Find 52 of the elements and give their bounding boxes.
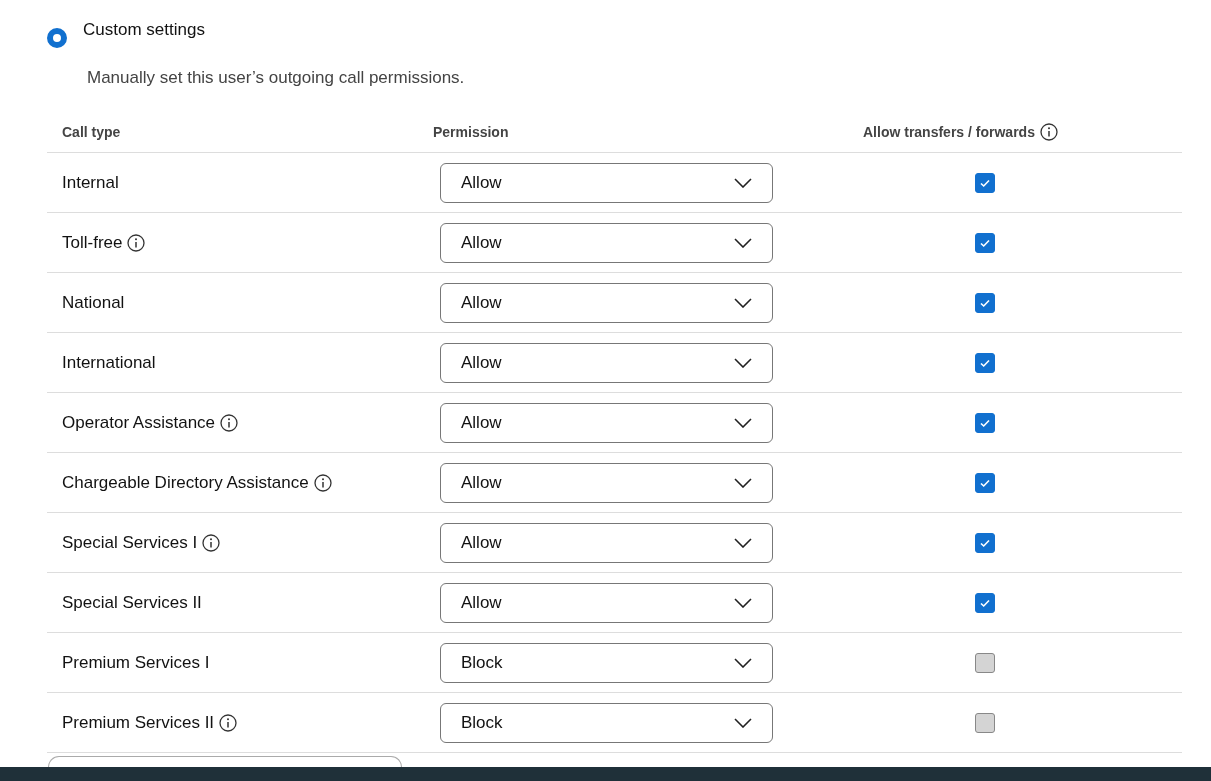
permission-dropdown[interactable]: Block — [440, 702, 773, 743]
info-icon[interactable] — [313, 473, 332, 492]
chevron-down-icon — [734, 537, 752, 548]
chevron-down-icon — [734, 297, 752, 308]
column-header: Permission — [433, 124, 510, 140]
chevron-down-icon — [734, 417, 752, 428]
permission-dropdown[interactable]: Block — [440, 642, 773, 683]
call-type-label: Special Services II — [62, 592, 202, 613]
checkbox[interactable] — [975, 592, 995, 613]
chevron-down-icon — [734, 597, 752, 608]
info-icon[interactable] — [1039, 123, 1058, 141]
checkbox[interactable] — [975, 292, 995, 313]
checkbox[interactable] — [975, 232, 995, 253]
call-type-label: National — [62, 292, 125, 313]
call-type-label: Internal — [62, 172, 119, 193]
call-type-label: Special Services I — [62, 532, 198, 553]
call-type-label: Operator Assistance — [62, 412, 216, 433]
chevron-down-icon — [734, 717, 752, 728]
permission-dropdown[interactable]: Allow — [440, 282, 773, 323]
permission-dropdown[interactable]: Allow — [440, 162, 773, 203]
info-icon[interactable] — [127, 233, 146, 252]
call-type-label: Chargeable Directory Assistance — [62, 472, 309, 493]
permission-dropdown[interactable]: Allow — [440, 522, 773, 563]
radio-button[interactable] — [47, 28, 67, 48]
call-type-label: Premium Services II — [62, 712, 215, 733]
info-icon[interactable] — [219, 713, 238, 732]
checkbox[interactable] — [975, 532, 995, 553]
option-label: Custom settings — [83, 20, 205, 40]
permission-dropdown[interactable]: Allow — [440, 462, 773, 503]
info-icon[interactable] — [220, 413, 239, 432]
checkbox[interactable] — [975, 172, 995, 193]
checkbox[interactable] — [975, 652, 995, 673]
checkbox[interactable] — [975, 472, 995, 493]
chevron-down-icon — [734, 477, 752, 488]
column-header: Allow transfers / forwards — [863, 124, 1035, 140]
call-type-label: Premium Services I — [62, 652, 210, 673]
permission-dropdown[interactable]: Allow — [440, 342, 773, 383]
chevron-down-icon — [734, 237, 752, 248]
option-description: Manually set this user’s outgoing call permissions. — [87, 68, 466, 88]
permission-dropdown[interactable]: Allow — [440, 582, 773, 623]
permission-dropdown[interactable]: Allow — [440, 222, 773, 263]
call-type-label: International — [62, 352, 156, 373]
permission-dropdown[interactable]: Allow — [440, 402, 773, 443]
chevron-down-icon — [734, 357, 752, 368]
info-icon[interactable] — [202, 533, 221, 552]
checkbox[interactable] — [975, 412, 995, 433]
checkbox[interactable] — [975, 712, 995, 733]
column-header: Call type — [61, 124, 122, 140]
call-type-label: Toll-free — [62, 232, 123, 253]
chevron-down-icon — [734, 657, 752, 668]
chevron-down-icon — [734, 177, 752, 188]
checkbox[interactable] — [975, 352, 995, 373]
